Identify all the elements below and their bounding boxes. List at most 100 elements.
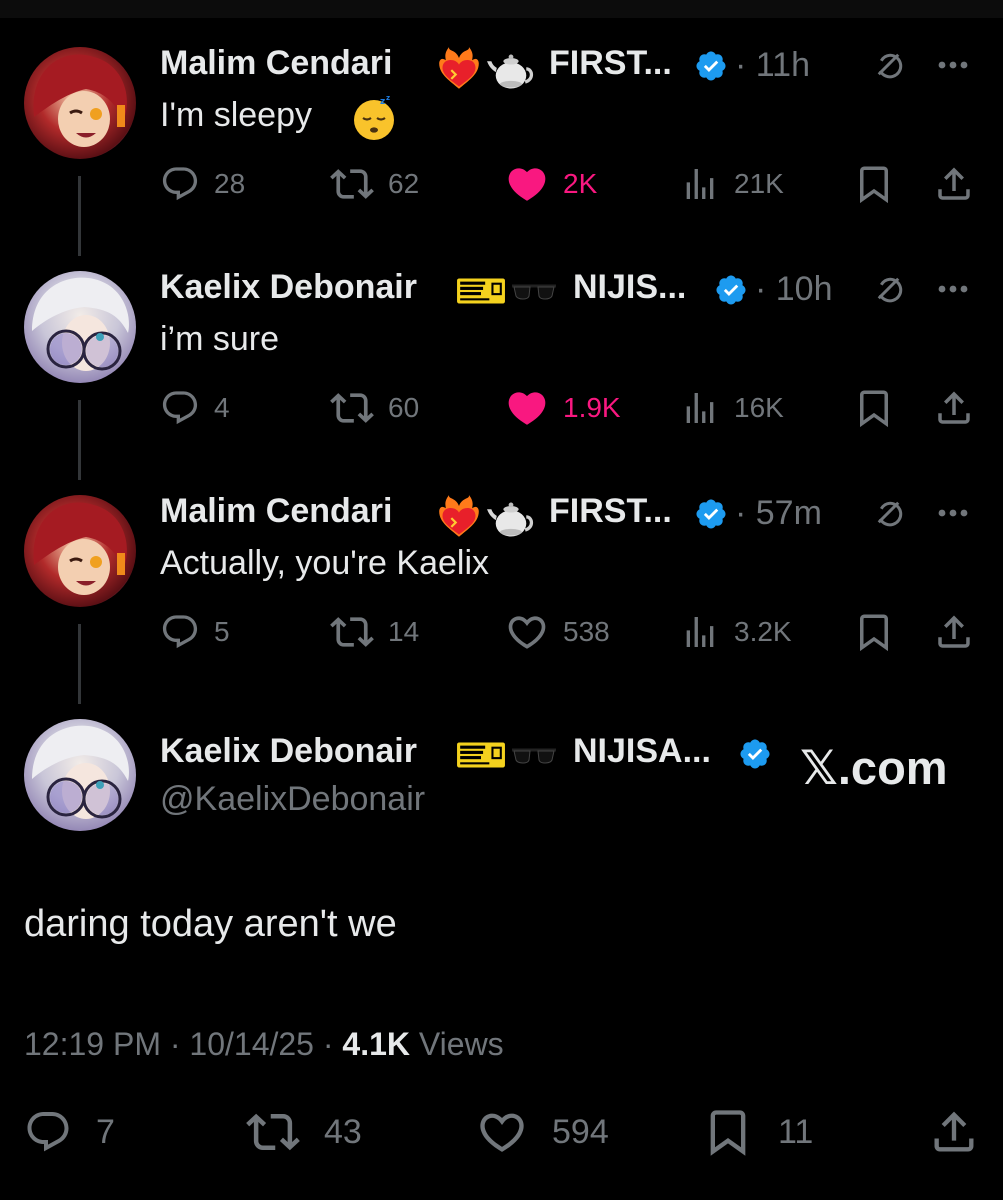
like-button[interactable]: 538 bbox=[505, 612, 610, 652]
author-name[interactable]: Kaelix Debonair bbox=[160, 732, 417, 771]
repost-count: 62 bbox=[388, 168, 420, 199]
share-icon bbox=[928, 1106, 980, 1158]
reply-count: 7 bbox=[96, 1112, 115, 1151]
repost-icon bbox=[330, 162, 374, 206]
bookmark-button[interactable] bbox=[853, 388, 895, 428]
bookmark-icon bbox=[853, 163, 895, 205]
reply-count: 4 bbox=[214, 392, 230, 423]
grok-icon[interactable] bbox=[872, 272, 908, 308]
reply-count: 28 bbox=[214, 168, 246, 199]
top-bar bbox=[0, 0, 1003, 18]
reply-icon bbox=[160, 388, 200, 428]
reply-button[interactable]: 7 bbox=[24, 1108, 115, 1156]
share-icon bbox=[933, 387, 975, 429]
share-icon bbox=[933, 163, 975, 205]
author-name-truncated[interactable]: NIJISA... bbox=[573, 732, 711, 771]
author-name[interactable]: Malim Cendari bbox=[160, 44, 392, 83]
views-button[interactable]: 16K bbox=[680, 388, 784, 428]
avatar-kaelix[interactable] bbox=[24, 271, 136, 383]
views-button[interactable]: 3.2K bbox=[680, 612, 792, 652]
repost-count: 60 bbox=[388, 392, 420, 423]
like-count: 2K bbox=[563, 168, 598, 199]
post-time[interactable]: · 11h bbox=[735, 46, 810, 85]
ticket-emoji-icon bbox=[456, 274, 506, 308]
views-count: 3.2K bbox=[734, 616, 792, 647]
reply-button[interactable]: 28 bbox=[160, 164, 245, 204]
avatar-malim[interactable] bbox=[24, 495, 136, 607]
meta-separator: · bbox=[169, 1026, 190, 1062]
share-button[interactable] bbox=[928, 1106, 980, 1158]
repost-button[interactable]: 62 bbox=[330, 164, 419, 204]
heart-on-fire-emoji-icon bbox=[437, 495, 481, 539]
avatar-malim[interactable] bbox=[24, 47, 136, 159]
author-name-truncated[interactable]: FIRST... bbox=[549, 492, 672, 531]
post-text: i’m sure bbox=[160, 320, 280, 358]
bookmark-button[interactable] bbox=[853, 612, 895, 652]
post-time[interactable]: · 10h bbox=[755, 270, 833, 309]
post-text: Actually, you're Kaelix bbox=[160, 544, 490, 582]
author-name[interactable]: Kaelix Debonair bbox=[160, 268, 417, 307]
like-button[interactable]: 594 bbox=[476, 1108, 609, 1156]
post-date[interactable]: 10/14/25 bbox=[189, 1026, 314, 1062]
views-icon bbox=[680, 164, 720, 204]
teapot-emoji-icon bbox=[487, 496, 535, 540]
views-count: 4.1K bbox=[342, 1026, 410, 1062]
author-name[interactable]: Malim Cendari bbox=[160, 492, 392, 531]
bookmark-button[interactable]: 11 bbox=[702, 1106, 813, 1158]
more-icon[interactable] bbox=[937, 508, 969, 518]
repost-button[interactable]: 14 bbox=[330, 612, 419, 652]
repost-button[interactable]: 43 bbox=[246, 1108, 362, 1156]
thread-connector bbox=[78, 400, 81, 480]
share-button[interactable] bbox=[933, 388, 975, 428]
repost-icon bbox=[330, 610, 374, 654]
reply-button[interactable]: 4 bbox=[160, 388, 230, 428]
verified-badge-icon bbox=[694, 497, 728, 531]
author-name-truncated[interactable]: NIJIS... bbox=[573, 268, 686, 307]
bookmark-icon bbox=[853, 387, 895, 429]
repost-count: 14 bbox=[388, 616, 420, 647]
repost-icon bbox=[246, 1105, 300, 1159]
grok-icon[interactable] bbox=[872, 48, 908, 84]
heart-on-fire-emoji-icon bbox=[437, 47, 481, 91]
teapot-emoji-icon bbox=[487, 48, 535, 92]
share-button[interactable] bbox=[933, 164, 975, 204]
verified-badge-icon bbox=[738, 737, 772, 771]
views-count: 16K bbox=[734, 392, 784, 423]
reply-count: 5 bbox=[214, 616, 230, 647]
thread-connector bbox=[78, 624, 81, 704]
views-button[interactable]: 21K bbox=[680, 164, 784, 204]
like-icon bbox=[505, 386, 549, 430]
sunglasses-emoji-icon bbox=[510, 280, 558, 304]
reply-button[interactable]: 5 bbox=[160, 612, 230, 652]
views-icon bbox=[680, 388, 720, 428]
share-button[interactable] bbox=[933, 612, 975, 652]
like-icon bbox=[505, 610, 549, 654]
verified-badge-icon bbox=[714, 273, 748, 307]
author-name-truncated[interactable]: FIRST... bbox=[549, 44, 672, 83]
post-time[interactable]: 12:19 PM bbox=[24, 1026, 161, 1062]
repost-button[interactable]: 60 bbox=[330, 388, 419, 428]
grok-icon[interactable] bbox=[872, 496, 908, 532]
views-label: Views bbox=[418, 1026, 504, 1062]
sleeping-emoji-icon bbox=[350, 94, 398, 142]
bookmark-button[interactable] bbox=[853, 164, 895, 204]
author-handle[interactable]: @KaelixDebonair bbox=[160, 780, 425, 819]
post-meta: 12:19 PM · 10/14/25 · 4.1K Views bbox=[24, 1026, 504, 1063]
meta-separator: · bbox=[322, 1026, 343, 1062]
bookmark-count: 11 bbox=[778, 1112, 814, 1151]
main-post-text: daring today aren't we bbox=[24, 903, 397, 945]
more-icon[interactable] bbox=[937, 60, 969, 70]
share-icon bbox=[933, 611, 975, 653]
post-text: I'm sleepy bbox=[160, 96, 312, 134]
like-icon bbox=[505, 162, 549, 206]
views-count: 21K bbox=[734, 168, 784, 199]
ticket-emoji-icon bbox=[456, 738, 506, 772]
like-button[interactable]: 2K bbox=[505, 164, 597, 204]
like-count: 594 bbox=[552, 1112, 609, 1151]
post-time[interactable]: · 57m bbox=[735, 494, 822, 533]
like-button[interactable]: 1.9K bbox=[505, 388, 621, 428]
like-count: 538 bbox=[563, 616, 610, 647]
like-icon bbox=[476, 1106, 528, 1158]
avatar-kaelix[interactable] bbox=[24, 719, 136, 831]
more-icon[interactable] bbox=[937, 284, 969, 294]
